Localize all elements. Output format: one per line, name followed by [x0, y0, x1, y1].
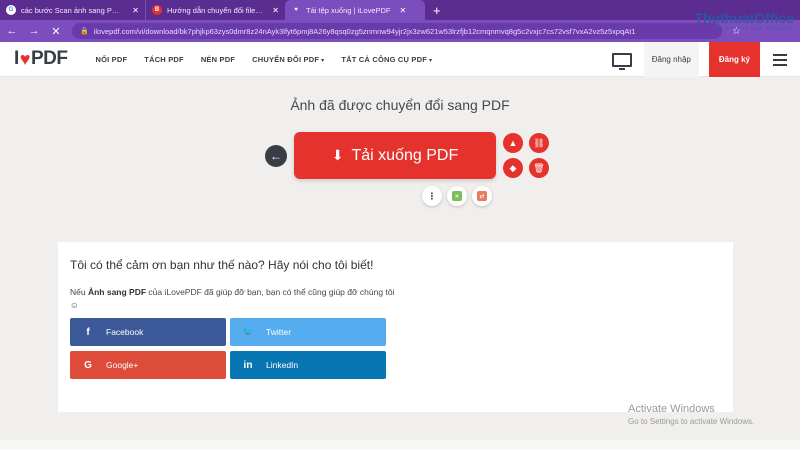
footer-strip	[0, 440, 800, 450]
google-drive-button[interactable]: ▲	[503, 133, 523, 153]
card-title: Tôi có thể cảm ơn bạn như thế nào? Hãy n…	[70, 258, 374, 272]
hamburger-menu-icon[interactable]	[760, 42, 800, 77]
excel-tool-icon: ✕	[452, 191, 462, 201]
delete-button[interactable]: 🗑	[529, 158, 549, 178]
share-label: LinkedIn	[266, 360, 299, 370]
caret-down-icon: ▾	[321, 57, 325, 64]
excel-tool-button[interactable]: ✕	[447, 186, 467, 206]
forward-arrow-icon[interactable]: →	[28, 25, 40, 37]
download-icon: ⬇	[331, 147, 344, 163]
menu-all-tools[interactable]: TẤT CẢ CÔNG CỤ PDF ▾	[341, 55, 432, 64]
linkedin-icon: in	[243, 359, 253, 371]
google-drive-icon: ▲	[508, 138, 518, 148]
close-tab-icon[interactable]: ✕	[400, 6, 407, 15]
new-tab-button[interactable]: +	[433, 0, 441, 20]
convert-tool-button[interactable]: ⇄	[472, 186, 492, 206]
share-twitter-button[interactable]: 🐦 Twitter	[230, 318, 386, 346]
stop-loading-icon[interactable]: ✕	[50, 25, 62, 38]
activate-windows-notice: Activate Windows Go to Settings to activ…	[628, 403, 754, 426]
dropbox-icon: ◆	[509, 162, 517, 173]
download-pdf-button[interactable]: ⬇ Tải xuống PDF	[294, 132, 496, 179]
copy-link-button[interactable]: ⛓	[529, 133, 549, 153]
menu-merge-pdf[interactable]: NỐI PDF	[95, 55, 127, 64]
desktop-app-icon[interactable]	[611, 52, 632, 70]
share-facebook-button[interactable]: f Facebook	[70, 318, 226, 346]
activate-line-2: Go to Settings to activate Windows.	[628, 417, 755, 426]
url-field[interactable]: 🔒 ilovepdf.com/vi/download/bk7phjkp63zys…	[72, 23, 722, 39]
tab-scan-pdf[interactable]: G các bước Scan ảnh sang PDF onli ✕	[0, 0, 145, 20]
close-tab-icon[interactable]: ✕	[132, 6, 139, 15]
card-text: Nếu Ảnh sang PDF của iLovePDF đã giúp đỡ…	[70, 286, 400, 312]
heart-favicon-icon: ♥	[294, 7, 298, 13]
logo-text-i: I	[14, 48, 19, 69]
thank-you-card: Tôi có thể cảm ơn bạn như thế nào? Hãy n…	[58, 242, 733, 412]
more-vertical-icon: ⋮	[427, 190, 437, 201]
tab-title: các bước Scan ảnh sang PDF onli	[21, 5, 123, 15]
close-tab-icon[interactable]: ✕	[272, 6, 279, 15]
menu-split-pdf[interactable]: TÁCH PDF	[144, 55, 184, 64]
tab-excel-guide[interactable]: B Hướng dẫn chuyển đổi file Excel ✕	[145, 0, 285, 20]
share-google-button[interactable]: G Google+	[70, 351, 226, 379]
dropbox-button[interactable]: ◆	[503, 158, 523, 178]
menu-label: TẤT CẢ CÔNG CỤ PDF	[341, 54, 428, 64]
signup-button[interactable]: Đăng ký	[708, 42, 760, 77]
share-label: Twitter	[266, 327, 292, 337]
menu-label: CHUYỂN ĐỔI PDF	[252, 54, 320, 64]
more-options-button[interactable]: ⋮	[422, 186, 442, 206]
site-favicon-icon: B	[152, 5, 162, 15]
login-button[interactable]: Đăng nhập	[643, 42, 699, 77]
share-linkedin-button[interactable]: in LinkedIn	[230, 351, 386, 379]
star-icon[interactable]: ☆	[732, 26, 741, 37]
tab-ilovepdf-active[interactable]: ♥ Tải tệp xuống | iLovePDF ✕	[285, 0, 425, 20]
share-label: Google+	[106, 360, 139, 370]
address-bar: ← → ✕ 🔒 ilovepdf.com/vi/download/bk7phjk…	[0, 20, 800, 42]
card-text-prefix: Nếu	[70, 287, 88, 297]
ilovepdf-logo[interactable]: I ♥ PDF	[14, 48, 68, 70]
menu-convert-pdf[interactable]: CHUYỂN ĐỔI PDF ▾	[252, 55, 324, 64]
browser-tab-bar: G các bước Scan ảnh sang PDF onli ✕ B Hư…	[0, 0, 800, 20]
google-icon: G	[84, 359, 92, 371]
site-header: I ♥ PDF NỐI PDF TÁCH PDF NÉN PDF CHUYỂN …	[0, 42, 800, 77]
back-arrow-icon[interactable]: ←	[6, 25, 18, 37]
url-text: ilovepdf.com/vi/download/bk7phjkp63zys0d…	[93, 26, 636, 36]
facebook-icon: f	[86, 326, 90, 338]
caret-down-icon: ▾	[429, 57, 433, 64]
header-actions: Đăng nhập Đăng ký	[611, 42, 800, 77]
arrow-left-icon: ←	[270, 149, 282, 163]
download-label: Tải xuống PDF	[351, 146, 459, 164]
share-label: Facebook	[106, 327, 144, 337]
tab-title: Tải tệp xuống | iLovePDF	[306, 5, 391, 15]
tab-title: Hướng dẫn chuyển đổi file Excel	[167, 5, 263, 15]
google-favicon-icon: G	[6, 5, 16, 15]
trash-icon: 🗑	[533, 162, 545, 173]
main-menu: NỐI PDF TÁCH PDF NÉN PDF CHUYỂN ĐỔI PDF ▾…	[95, 55, 432, 64]
twitter-icon: 🐦	[241, 326, 255, 338]
back-button[interactable]: ←	[265, 145, 287, 167]
logo-text-pdf: PDF	[30, 48, 68, 69]
menu-compress-pdf[interactable]: NÉN PDF	[201, 55, 235, 64]
lock-icon: 🔒	[80, 28, 89, 35]
convert-tool-icon: ⇄	[477, 191, 487, 201]
activate-line-1: Activate Windows	[628, 403, 715, 415]
page-title: Ảnh đã được chuyển đổi sang PDF	[290, 97, 510, 113]
heart-icon: ♥	[19, 48, 31, 69]
card-text-bold: Ảnh sang PDF	[87, 287, 147, 297]
link-icon: ⛓	[533, 137, 545, 148]
